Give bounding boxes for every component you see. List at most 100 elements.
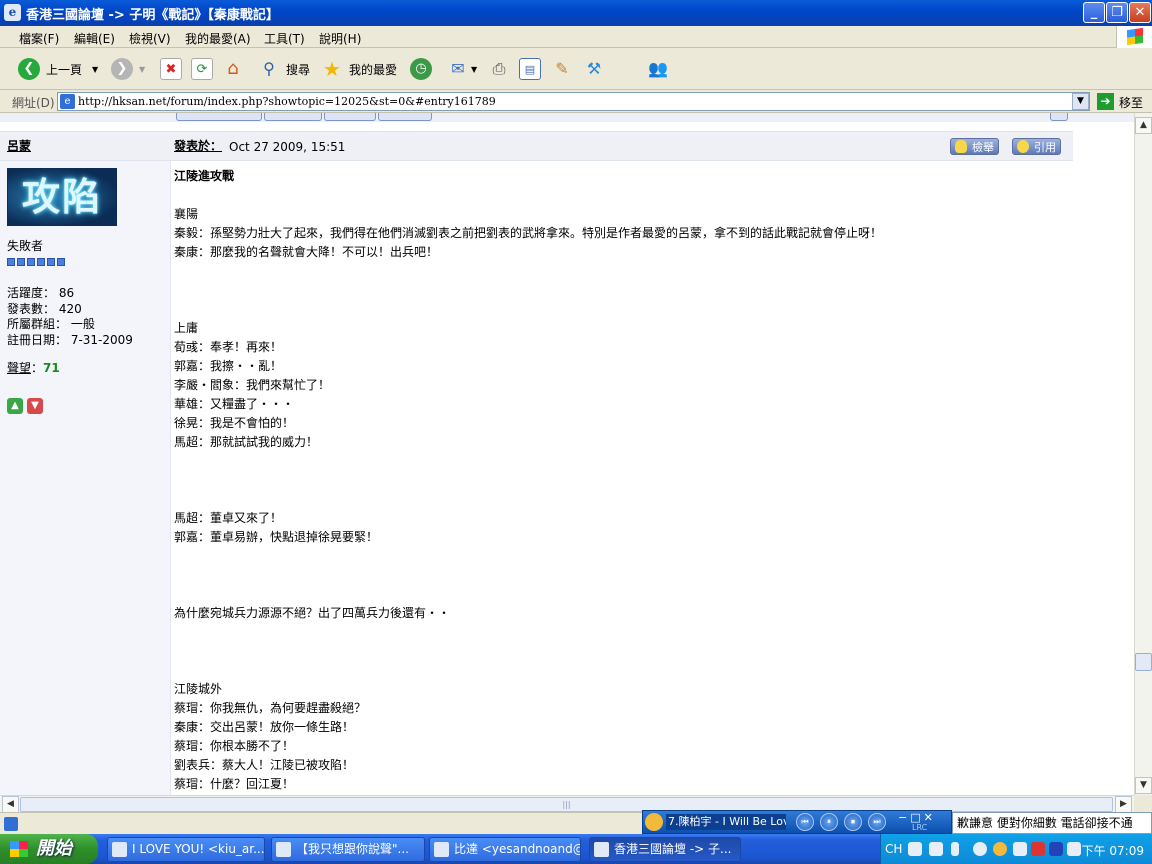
go-button[interactable]: 移至 [1119,94,1143,111]
rank-pip [57,258,65,266]
history-button[interactable]: ◷ [410,57,432,81]
scroll-right-button[interactable]: ▶ [1115,796,1132,813]
close-button[interactable]: ✕ [1129,2,1151,23]
forward-button[interactable]: ❯ ▼ [111,57,145,81]
refresh-button[interactable]: ⟳ [191,57,213,81]
menu-help[interactable]: 說明(H) [319,30,361,47]
post-line [174,262,1054,281]
tray-app-icon[interactable] [973,842,987,856]
taskbar-item[interactable]: 香港三國論壇 -> 子... [589,837,741,862]
vertical-scroll-thumb[interactable] [1135,653,1152,671]
reputation-label[interactable]: 聲望 [7,361,31,375]
pause-button[interactable]: ⏸ [820,813,838,831]
antivirus-icon[interactable] [1031,842,1045,856]
messenger-tool-button[interactable]: ⚒ [583,57,605,81]
chevron-icon[interactable] [951,842,959,856]
printer-icon: ⎙ [492,59,506,78]
prev-post-button[interactable] [176,113,262,121]
minimize-button[interactable]: _ [1083,2,1105,23]
prev-post-button[interactable] [264,113,322,121]
post-line [174,471,1054,490]
ie-icon [276,842,291,857]
post-line: 秦康：交出呂蒙！放你一條生路！ [174,720,355,734]
address-dropdown-button[interactable]: ▼ [1072,93,1089,110]
help-icon[interactable] [929,842,943,856]
speaker-icon[interactable] [1067,842,1081,856]
tool-icon: ⚒ [586,59,602,78]
rank-pip [47,258,55,266]
start-button[interactable]: 開始 [0,834,98,864]
post-line: 為什麼宛城兵力源源不絕？出了四萬兵力後還有・・ [174,606,451,620]
post-line: 秦毅：孫堅勢力壯大了起來，我們得在他們消滅劉表之前把劉表的武將拿來。特別是作者最… [174,226,883,240]
menu-view[interactable]: 檢視(V) [129,30,171,47]
menu-edit[interactable]: 編輯(E) [74,30,115,47]
network-icon[interactable] [1013,842,1027,856]
horizontal-scrollbar[interactable]: ◀ ||| ▶ [0,795,1134,813]
chevron-down-icon[interactable]: ▼ [92,65,98,74]
player-tray-icon[interactable] [1049,842,1063,856]
post-line [174,186,1054,205]
edit-button[interactable]: ▤ [519,57,541,81]
post-line: 蔡瑁：你根本勝不了！ [174,739,295,753]
stop-track-button[interactable]: ⏹ [844,813,862,831]
user-group: 所屬群組： 一般 [7,317,95,331]
history-icon: ◷ [410,58,432,80]
windows-logo [1116,26,1152,48]
title-bar[interactable]: e 香港三國論壇 -> 子明《戰記》【秦康戰記】 _ ❐ ✕ [0,0,1152,26]
rep-down-button[interactable]: ▼ [27,398,43,414]
post-author[interactable]: 呂蒙 [7,137,31,154]
reputation: 聲望：71 [7,361,60,375]
report-button[interactable]: 檢舉 [950,138,999,155]
home-icon: ⌂ [227,58,239,79]
chevron-down-icon[interactable]: ▼ [471,65,477,74]
messenger-button[interactable]: 👥 [647,57,669,81]
menu-tools[interactable]: 工具(T) [264,30,305,47]
post-line [174,642,1054,661]
print-button[interactable]: ⎙ [488,57,510,81]
page-status-icon [4,817,18,831]
stop-button[interactable]: ✖ [160,57,182,81]
post-line: 徐晃：我是不會怕的！ [174,416,295,430]
favorites-button[interactable]: ★ 我的最愛 [321,57,397,81]
post-line [174,452,1054,471]
vertical-scrollbar[interactable]: ▲ ▼ [1134,113,1152,795]
language-indicator[interactable]: CH [885,842,902,856]
post-line [174,585,1054,604]
maximize-button[interactable]: ❐ [1106,2,1128,23]
post-header [0,131,1073,161]
discuss-button[interactable]: ✎ [551,57,573,81]
scroll-corner [1134,795,1152,812]
back-button[interactable]: ❮ 上一頁 ▼ [18,57,98,81]
menu-file[interactable]: 檔案(F) [19,30,59,47]
address-label: 網址(D) [12,96,55,110]
menu-favorites[interactable]: 我的最愛(A) [185,30,251,47]
scroll-down-button[interactable]: ▼ [1135,777,1152,794]
scroll-left-button[interactable]: ◀ [2,796,19,813]
prev-track-button[interactable]: ⏮ [796,813,814,831]
post-line [174,661,1054,680]
address-input[interactable]: e http://hksan.net/forum/index.php?showt… [57,92,1090,111]
user-rank: 失敗者 [7,239,44,253]
ie-icon [112,842,127,857]
messenger-tray-icon[interactable] [993,842,1007,856]
prev-post-button[interactable] [378,113,432,121]
taskbar-item[interactable]: 比達 <yesandnoand@... [429,837,581,862]
prev-post-button[interactable] [324,113,376,121]
post-line [174,490,1054,509]
column-divider [170,161,171,795]
rep-up-button[interactable]: ▲ [7,398,23,414]
search-button[interactable]: ⚲ 搜尋 [258,57,310,81]
keyboard-icon[interactable] [908,842,922,856]
post-line: 荀彧：奉孝！再來！ [174,340,283,354]
taskbar-item[interactable]: 【我只想跟你說聲"... [271,837,425,862]
chevron-down-icon[interactable]: ▼ [139,65,145,74]
mail-button[interactable]: ✉ ▼ [447,57,477,81]
user-info-column [0,161,170,795]
scroll-up-button[interactable]: ▲ [1135,117,1152,134]
home-button[interactable]: ⌂ [222,57,244,81]
quote-button[interactable]: 引用 [1012,138,1061,155]
go-icon[interactable]: ➔ [1097,93,1114,110]
taskbar-item[interactable]: I LOVE YOU! <kiu_ar... [107,837,265,862]
prev-post-button[interactable] [1050,113,1068,121]
next-track-button[interactable]: ⏭ [868,813,886,831]
